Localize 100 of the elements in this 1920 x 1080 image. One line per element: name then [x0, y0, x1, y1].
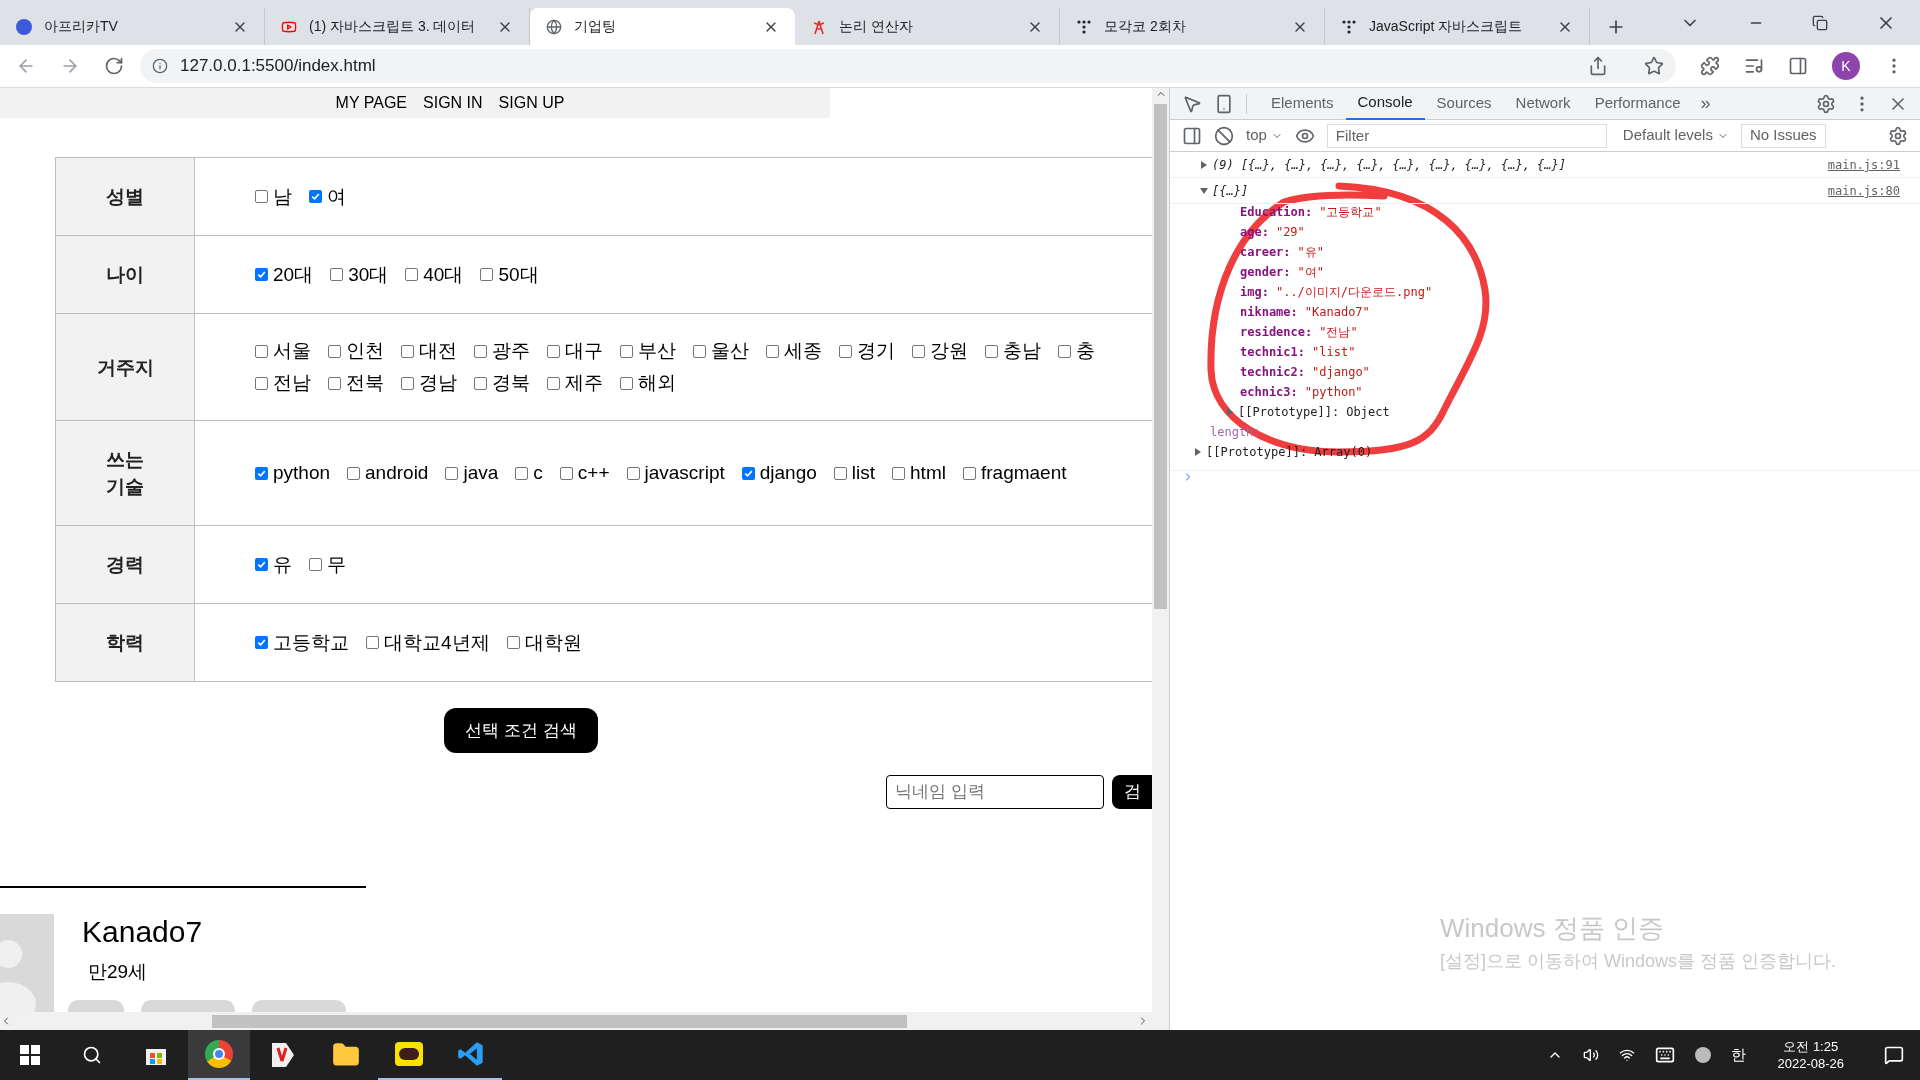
- option-label: 20대: [273, 263, 314, 286]
- checkbox[interactable]: [912, 344, 925, 358]
- filter-field[interactable]: Filter: [1326, 123, 1607, 148]
- search-icon[interactable]: [82, 1045, 102, 1065]
- browser-tab[interactable]: 기업팅: [530, 8, 795, 45]
- checkbox[interactable]: [506, 636, 520, 649]
- checkbox[interactable]: [328, 344, 341, 358]
- devtools-tab[interactable]: Sources: [1424, 87, 1504, 120]
- property-value: "유": [1297, 244, 1325, 261]
- network-icon[interactable]: [1618, 1047, 1635, 1063]
- settings-icon[interactable]: [1888, 125, 1908, 146]
- search-button[interactable]: 검: [1112, 775, 1152, 809]
- checkbox[interactable]: [330, 268, 344, 281]
- checkbox[interactable]: [626, 466, 640, 480]
- checkbox[interactable]: [309, 190, 322, 203]
- restore-icon[interactable]: [1812, 15, 1828, 31]
- collapse-arrow-icon[interactable]: [1200, 187, 1208, 195]
- checkbox[interactable]: [255, 558, 268, 571]
- vertical-scrollbar[interactable]: [1152, 88, 1169, 1012]
- checkbox[interactable]: [401, 344, 414, 358]
- chrome-taskbar-icon[interactable]: [188, 1030, 250, 1080]
- checkbox[interactable]: [892, 466, 906, 480]
- source-link[interactable]: main.js:91: [1827, 155, 1900, 175]
- search-button[interactable]: 선택 조건 검색: [444, 708, 598, 753]
- device-toolbar-icon[interactable]: [1214, 93, 1234, 114]
- option-label: 대학원: [524, 631, 582, 654]
- levels-dropdown[interactable]: Default levels: [1622, 124, 1729, 147]
- checkbox[interactable]: [309, 558, 322, 571]
- extensions-icon[interactable]: [1700, 56, 1720, 76]
- nickname-field[interactable]: 닉네임 입력: [886, 775, 1104, 809]
- checkbox[interactable]: [741, 466, 755, 480]
- checkbox[interactable]: [547, 344, 560, 358]
- sidebar-icon[interactable]: [1182, 125, 1202, 146]
- nav-link[interactable]: SIGN IN: [423, 93, 483, 113]
- checkbox[interactable]: [255, 636, 268, 649]
- checkbox[interactable]: [839, 344, 852, 358]
- devtools-tab[interactable]: Elements: [1259, 87, 1346, 120]
- issues-button[interactable]: No Issues: [1740, 123, 1826, 148]
- media-icon[interactable]: [1744, 56, 1764, 76]
- share-icon[interactable]: [1588, 56, 1608, 76]
- checkbox[interactable]: [328, 376, 341, 390]
- volume-icon[interactable]: [1582, 1047, 1599, 1063]
- checkbox[interactable]: [474, 344, 487, 358]
- expand-arrow-icon[interactable]: [1226, 408, 1234, 416]
- checkbox[interactable]: [620, 376, 633, 390]
- log-text[interactable]: [{…}]: [1212, 181, 1828, 201]
- horizontal-scrollbar[interactable]: [0, 1012, 1169, 1030]
- checkbox[interactable]: [766, 344, 779, 358]
- log-text[interactable]: (9) [{…}, {…}, {…}, {…}, {…}, {…}, {…}, {…}, {…}]: [1212, 155, 1828, 175]
- profile-avatar[interactable]: K: [1832, 52, 1860, 80]
- checkbox[interactable]: [620, 344, 633, 358]
- notification-icon[interactable]: [1884, 1045, 1904, 1065]
- checkbox[interactable]: [347, 466, 361, 480]
- address-bar[interactable]: 127.0.0.1:5500/index.html: [140, 49, 1676, 83]
- clear-console-icon[interactable]: [1214, 125, 1234, 146]
- checkbox[interactable]: [962, 466, 976, 480]
- devtools-tab[interactable]: Console: [1345, 87, 1425, 120]
- checkbox[interactable]: [255, 466, 268, 480]
- star-icon[interactable]: [1644, 56, 1664, 76]
- checkbox[interactable]: [985, 344, 998, 358]
- checkbox[interactable]: [401, 376, 414, 390]
- nav-link[interactable]: SIGN UP: [498, 93, 565, 113]
- devtools-tab[interactable]: Performance: [1582, 87, 1693, 120]
- checkbox[interactable]: [445, 466, 459, 480]
- checkbox[interactable]: [255, 344, 268, 358]
- clock[interactable]: 오전 1:25 2022-08-26: [1777, 1038, 1844, 1072]
- globe-icon: [546, 18, 562, 35]
- context-dropdown[interactable]: top: [1246, 124, 1283, 147]
- checkbox[interactable]: [547, 376, 560, 390]
- reload-icon[interactable]: [104, 56, 124, 76]
- side-panel-icon[interactable]: [1788, 56, 1808, 76]
- checkbox[interactable]: [693, 344, 706, 358]
- checkbox[interactable]: [405, 268, 419, 281]
- more-tabs[interactable]: »: [1700, 90, 1711, 117]
- property-key: gender:: [1240, 262, 1291, 282]
- checkbox[interactable]: [474, 376, 487, 390]
- checkbox[interactable]: [255, 268, 268, 281]
- option-label: 울산: [711, 340, 749, 362]
- checkbox[interactable]: [480, 268, 494, 281]
- nav-link[interactable]: MY PAGE: [335, 93, 408, 113]
- option-label: 해외: [638, 372, 676, 394]
- keyboard-icon[interactable]: [1654, 1045, 1675, 1065]
- checkbox[interactable]: [515, 466, 529, 480]
- checkbox[interactable]: [1058, 344, 1071, 358]
- prototype-line[interactable]: [[Prototype]]: Object: [1238, 402, 1390, 422]
- windows-logo-icon[interactable]: [20, 1045, 40, 1065]
- option-label: fragmaent: [980, 462, 1067, 484]
- expand-arrow-icon[interactable]: [1200, 161, 1208, 169]
- settings-icon[interactable]: [1816, 93, 1836, 114]
- devtools-tab[interactable]: Network: [1503, 87, 1583, 120]
- status-icon[interactable]: [1694, 1047, 1711, 1063]
- checkbox[interactable]: [255, 190, 268, 203]
- expand-arrow-icon[interactable]: [1194, 448, 1202, 456]
- checkbox[interactable]: [833, 466, 847, 480]
- checkbox[interactable]: [366, 636, 379, 649]
- folder-icon[interactable]: [332, 1041, 360, 1069]
- checkbox[interactable]: [255, 376, 268, 390]
- ime-indicator[interactable]: 한: [1730, 1043, 1746, 1067]
- checkbox[interactable]: [559, 466, 573, 480]
- source-link[interactable]: main.js:80: [1827, 181, 1900, 201]
